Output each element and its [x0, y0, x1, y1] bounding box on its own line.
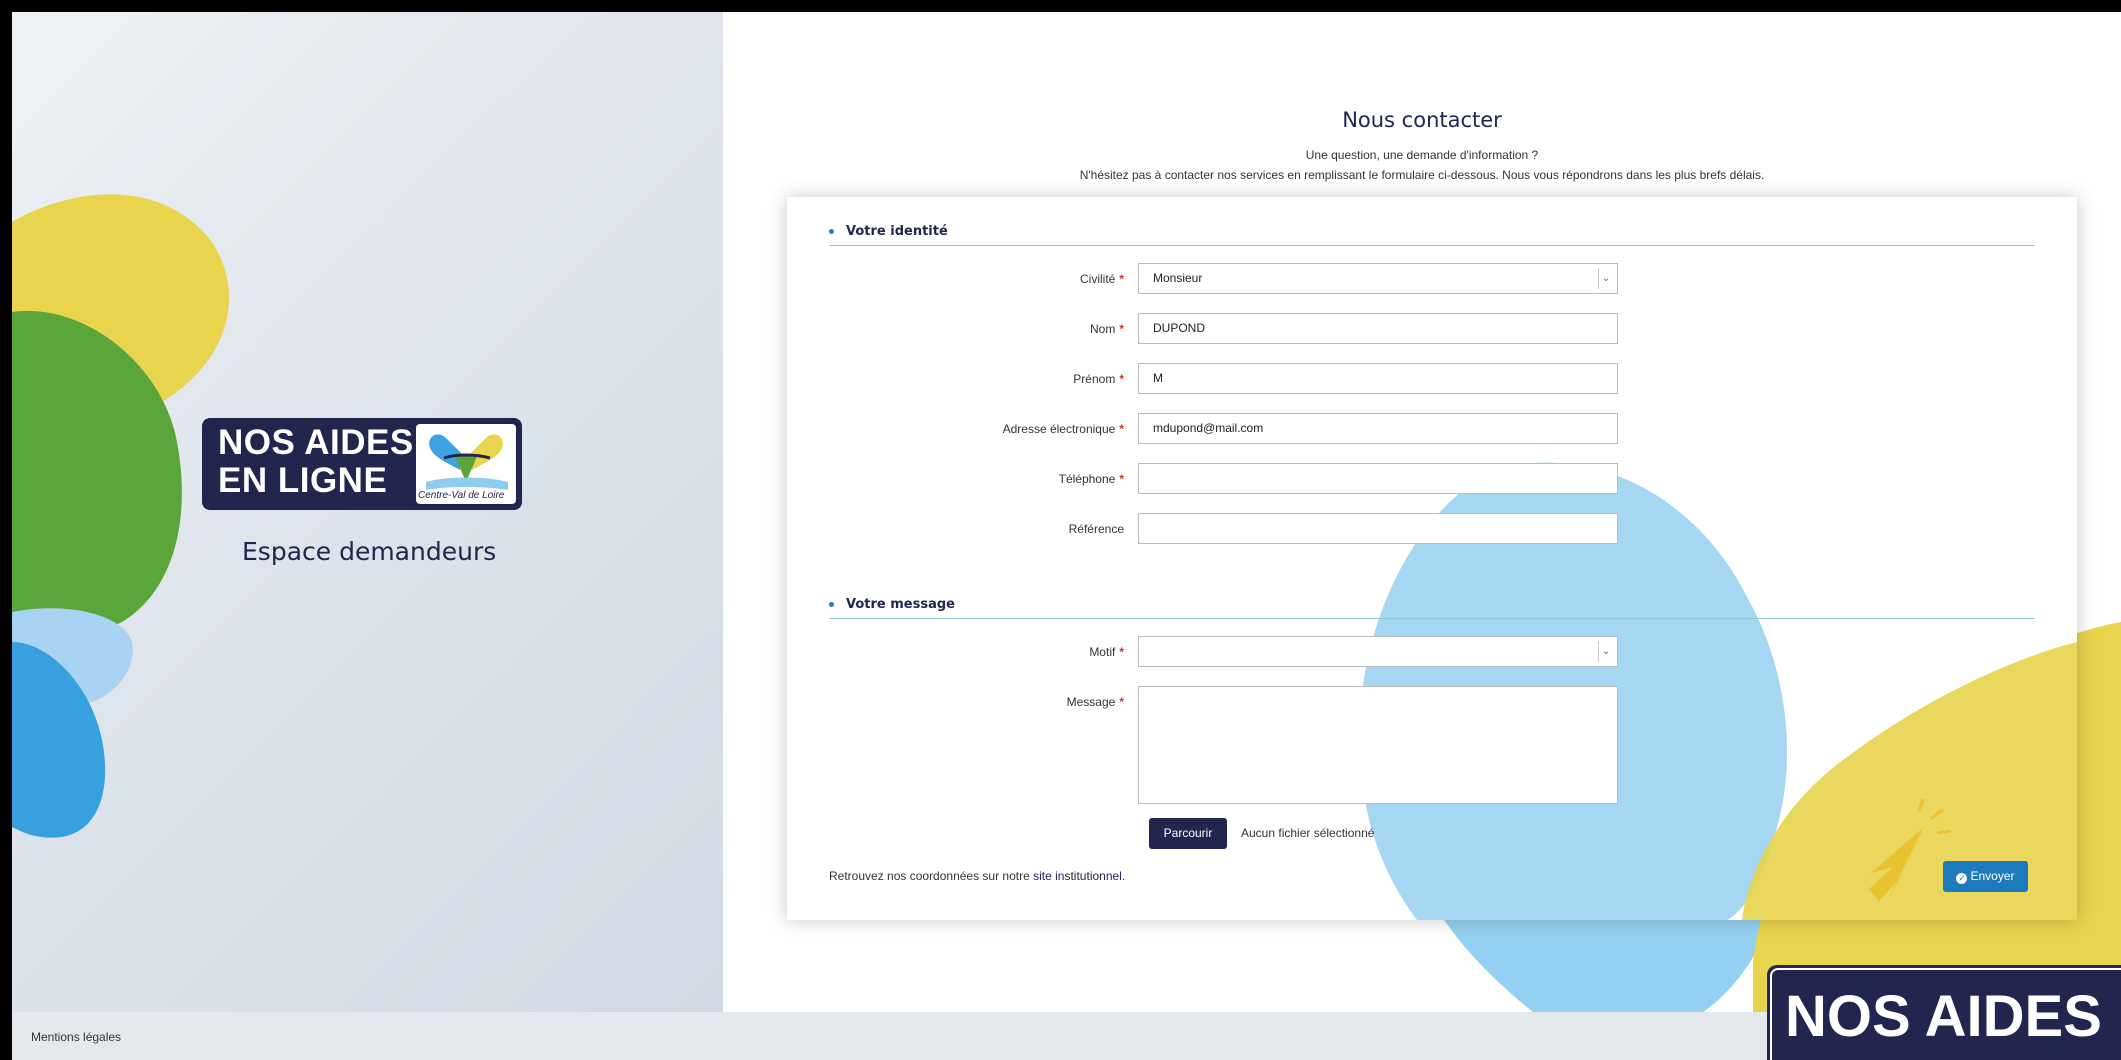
no-file-selected-text: Aucun fichier sélectionné — [1241, 826, 1375, 840]
page-intro-line-2: N'hésitez pas à contacter nos services e… — [1079, 168, 1765, 182]
civilite-label-text: Civilité — [1079, 272, 1116, 286]
motif-select[interactable]: ⌄ — [1138, 636, 1618, 667]
send-button-label: Envoyer — [1970, 869, 2015, 883]
reference-label: Référence — [907, 522, 1124, 536]
send-button[interactable]: ✓ Envoyer — [1943, 861, 2028, 892]
message-label: Message * — [907, 695, 1124, 709]
nom-label: Nom * — [907, 322, 1124, 336]
nom-input[interactable]: DUPOND — [1138, 313, 1618, 344]
left-panel: NOS AIDES EN LIGNE Centre-Val de Loire E… — [12, 12, 723, 1012]
civilite-value: Monsieur — [1153, 271, 1203, 285]
civilite-label: Civilité * — [907, 272, 1124, 286]
contact-info-prefix: Retrouvez nos coordonnées sur notre — [829, 869, 1034, 883]
message-section-label: Votre message — [846, 597, 955, 612]
page-intro-line-1: Une question, une demande d'information … — [1305, 148, 1539, 162]
identity-section-label: Votre identité — [846, 224, 948, 239]
logo-line-1: NOS AIDES — [218, 423, 414, 462]
prenom-label-text: Prénom — [1073, 372, 1116, 386]
email-label-text: Adresse électronique — [1002, 422, 1116, 436]
prenom-input[interactable]: M — [1138, 363, 1618, 394]
region-emblem: Centre-Val de Loire — [416, 424, 516, 504]
chevron-down-icon: ⌄ — [1598, 641, 1613, 662]
required-mark: * — [1119, 372, 1124, 386]
contact-form: Votre identité Civilité * Monsieur ⌄ Nom *… — [787, 197, 2077, 920]
contact-info-suffix: . — [1121, 869, 1126, 883]
identity-section-divider — [829, 245, 2035, 246]
reference-label-text: Référence — [1068, 522, 1124, 536]
message-section-title: Votre message — [829, 597, 955, 612]
required-mark: * — [1119, 272, 1124, 286]
bullet-icon — [829, 229, 834, 234]
logo-wordmark: NOS AIDES EN LIGNE — [218, 424, 414, 500]
institutional-site-link[interactable]: site institutionnel — [1033, 869, 1122, 883]
check-circle-icon: ✓ — [1956, 873, 1968, 884]
required-mark: * — [1119, 472, 1124, 486]
email-input[interactable]: mdupond@mail.com — [1138, 413, 1618, 444]
required-mark: * — [1119, 645, 1124, 659]
prenom-label: Prénom * — [907, 372, 1124, 386]
required-mark: * — [1119, 695, 1124, 709]
space-label: Espace demandeurs — [242, 537, 497, 566]
reference-input[interactable] — [1138, 513, 1618, 544]
chevron-down-icon: ⌄ — [1598, 268, 1613, 289]
telephone-label-text: Téléphone — [1058, 472, 1116, 486]
message-textarea[interactable] — [1138, 686, 1618, 804]
contact-info-text: Retrouvez nos coordonnées sur notre site… — [829, 869, 1125, 883]
identity-section-title: Votre identité — [829, 224, 948, 239]
civilite-select[interactable]: Monsieur ⌄ — [1138, 263, 1618, 294]
browse-file-button[interactable]: Parcourir — [1149, 818, 1227, 849]
motif-label: Motif * — [907, 645, 1124, 659]
motif-label-text: Motif — [1089, 645, 1116, 659]
logo-line-2: EN LIGNE — [218, 461, 388, 500]
app-frame: NOS AIDES EN LIGNE Centre-Val de Loire E… — [12, 12, 2121, 1060]
brand-logo: NOS AIDES EN LIGNE Centre-Val de Loire — [202, 418, 522, 510]
required-mark: * — [1119, 422, 1124, 436]
logo-region-name: Centre-Val de Loire — [418, 490, 505, 501]
email-label: Adresse électronique * — [907, 422, 1124, 436]
telephone-input[interactable] — [1138, 463, 1618, 494]
badge-text: NOS AIDES — [1785, 984, 2102, 1049]
nom-label-text: Nom — [1089, 322, 1116, 336]
telephone-label: Téléphone * — [907, 472, 1124, 486]
brand-badge: NOS AIDES — [1767, 965, 2121, 1060]
legal-mentions-link[interactable]: Mentions légales — [31, 1030, 121, 1044]
page-title: Nous contacter — [1342, 108, 1502, 132]
bullet-icon — [829, 602, 834, 607]
message-label-text: Message — [1066, 695, 1116, 709]
decorative-blobs-left — [12, 194, 230, 838]
message-section-divider — [829, 618, 2035, 619]
required-mark: * — [1119, 322, 1124, 336]
